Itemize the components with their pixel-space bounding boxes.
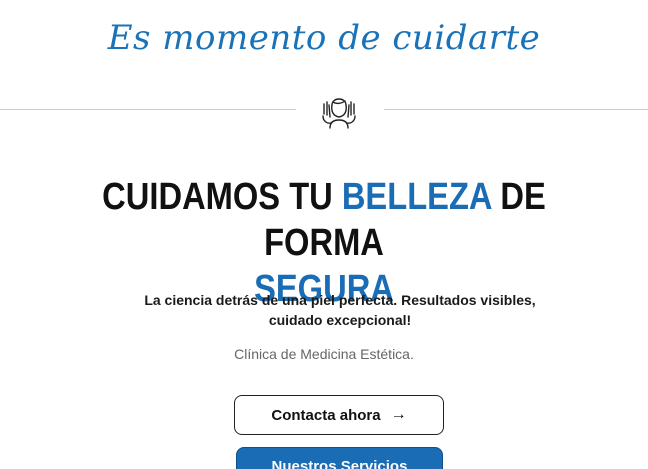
services-button-label: Nuestros Servicios xyxy=(271,458,408,469)
contact-button-label: Contacta ahora xyxy=(271,406,381,424)
contact-button[interactable]: Contacta ahora → xyxy=(234,395,444,435)
face-care-icon xyxy=(322,98,356,129)
divider-line-left xyxy=(0,109,296,110)
tagline: Clínica de Medicina Estética. xyxy=(234,346,414,362)
arrow-right-icon: → xyxy=(390,406,407,423)
script-title: Es momento de cuidarte xyxy=(107,18,541,58)
hero-section: Es momento de cuidarte CUIDAMOS TU BELLE… xyxy=(0,0,648,469)
divider xyxy=(0,90,648,130)
headline-accent1: BELLEZA xyxy=(341,176,492,218)
headline-part1: CUIDAMOS TU xyxy=(102,176,342,218)
services-button[interactable]: Nuestros Servicios xyxy=(236,447,443,469)
divider-line-right xyxy=(384,109,648,110)
subtitle: La ciencia detrás de una piel perfecta. … xyxy=(144,292,536,328)
